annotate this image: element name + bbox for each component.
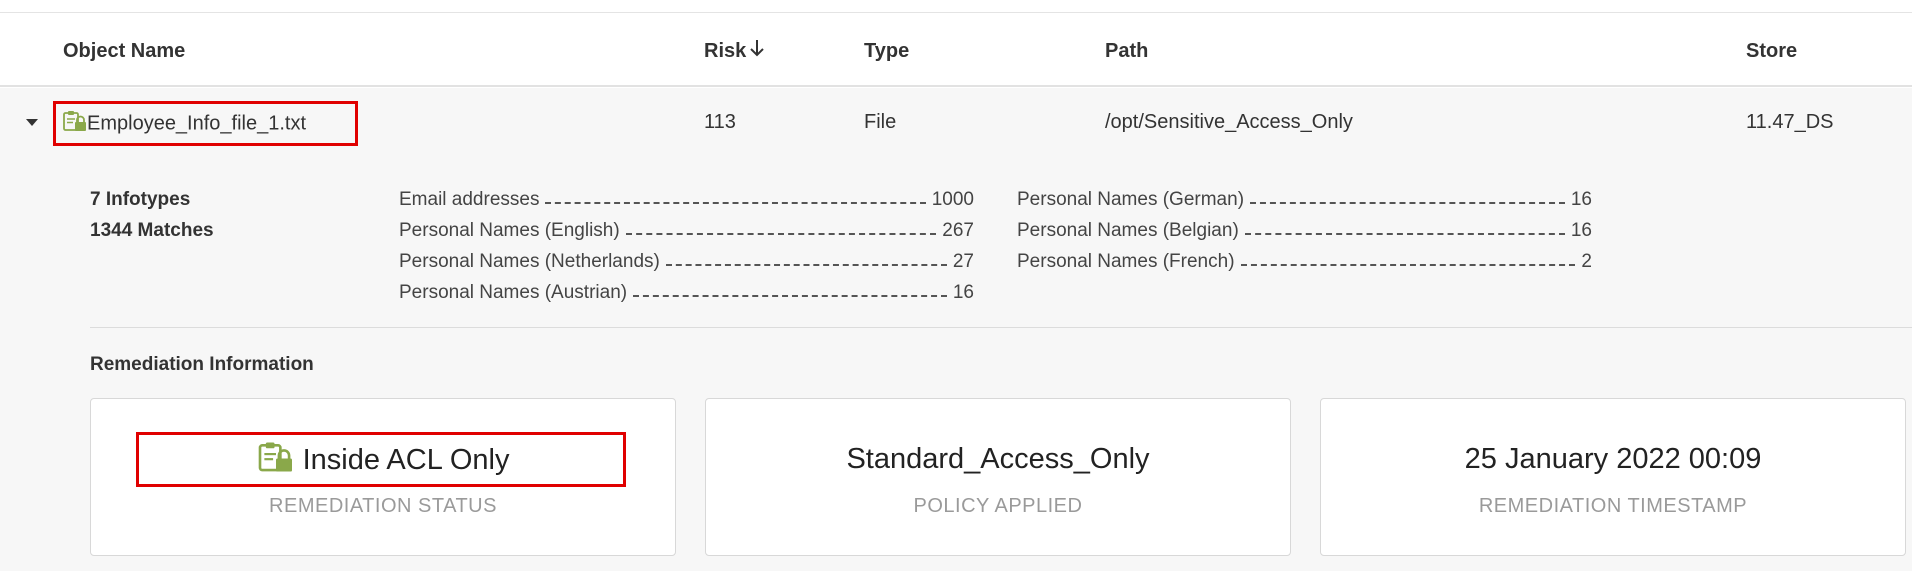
- list-item: Personal Names (Austrian) 16: [399, 282, 974, 303]
- risk-cell: 113: [704, 111, 736, 133]
- policy-applied-card: Standard_Access_Only POLICY APPLIED: [705, 398, 1291, 556]
- column-header-object-name[interactable]: Object Name: [63, 39, 185, 63]
- list-item: Personal Names (Belgian) 16: [1017, 220, 1592, 241]
- matches-count: 1344 Matches: [90, 220, 214, 241]
- policy-applied-value: Standard_Access_Only: [846, 443, 1150, 475]
- infotypes-count: 7 Infotypes: [90, 189, 191, 210]
- column-header-risk[interactable]: Risk: [704, 39, 764, 63]
- caret-down-icon[interactable]: [26, 119, 38, 126]
- policy-applied-label: POLICY APPLIED: [913, 495, 1083, 517]
- remediation-title: Remediation Information: [90, 354, 314, 375]
- match-list-right: Personal Names (German) 16 Personal Names…: [1017, 180, 1592, 273]
- list-item: Email addresses 1000: [399, 189, 974, 210]
- clipboard-lock-icon: [63, 110, 87, 138]
- table-header: Object Name Risk Type Path Store: [0, 13, 1912, 87]
- object-name-cell[interactable]: Employee_Info_file_1.txt: [63, 110, 306, 138]
- match-list-left: Email addresses 1000 Personal Names (Engl…: [399, 180, 974, 304]
- remediation-status-value: Inside ACL Only: [91, 441, 675, 482]
- path-cell: /opt/Sensitive_Access_Only: [1105, 111, 1353, 133]
- clipboard-lock-icon: [257, 441, 295, 482]
- list-item: Personal Names (Netherlands) 27: [399, 251, 974, 272]
- table-row[interactable]: Employee_Info_file_1.txt 113 File /opt/S…: [0, 88, 1912, 158]
- remediation-status-label: REMEDIATION STATUS: [269, 495, 497, 517]
- row-details-panel: 7 Infotypes 1344 Matches Email addresses…: [0, 158, 1912, 571]
- infotypes-summary: 7 Infotypes 1344 Matches: [90, 184, 214, 246]
- remediation-status-card: Inside ACL Only REMEDIATION STATUS: [90, 398, 676, 556]
- details-divider: [90, 327, 1912, 328]
- list-item: Personal Names (English) 267: [399, 220, 974, 241]
- column-header-store[interactable]: Store: [1746, 39, 1797, 63]
- list-item: Personal Names (German) 16: [1017, 189, 1592, 210]
- type-cell: File: [864, 111, 897, 133]
- list-item: Personal Names (French) 2: [1017, 251, 1592, 272]
- object-name-text: Employee_Info_file_1.txt: [87, 112, 307, 135]
- column-header-type[interactable]: Type: [864, 39, 909, 63]
- store-cell: 11.47_DS: [1746, 111, 1834, 133]
- remediation-timestamp-label: REMEDIATION TIMESTAMP: [1478, 495, 1748, 517]
- remediation-timestamp-card: 25 January 2022 00:09 REMEDIATION TIMEST…: [1320, 398, 1906, 556]
- arrow-down-icon: [750, 39, 764, 63]
- remediation-timestamp-value: 25 January 2022 00:09: [1464, 443, 1762, 475]
- column-header-path[interactable]: Path: [1105, 39, 1148, 63]
- remediation-status-text: Inside ACL Only: [302, 444, 510, 477]
